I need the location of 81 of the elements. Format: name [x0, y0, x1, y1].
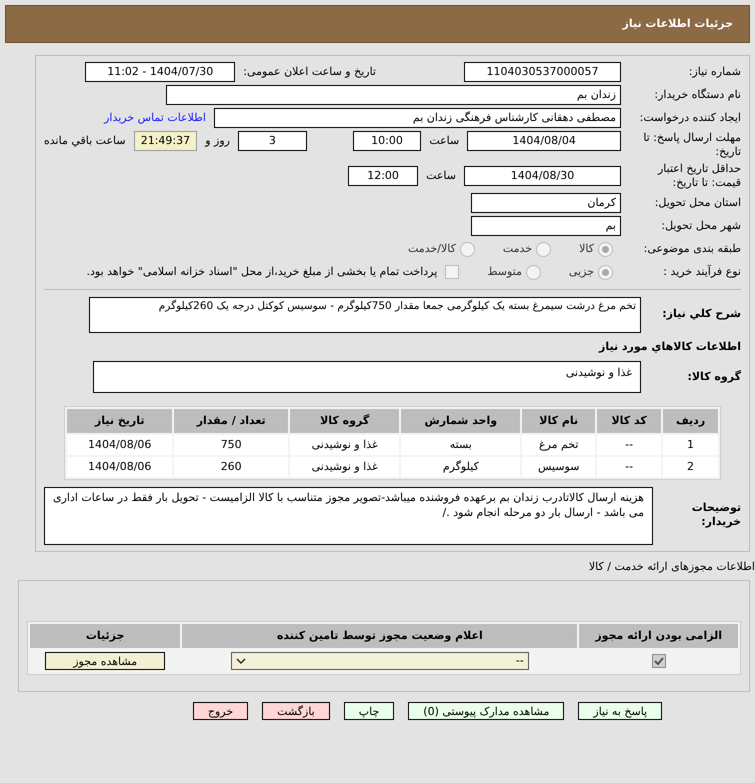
table-cell: غذا و نوشیدنی: [290, 457, 400, 477]
field-label: شهر محل تحویل:: [660, 219, 741, 233]
status-dropdown[interactable]: --: [230, 652, 529, 670]
column-header: جزئیات: [30, 624, 180, 648]
action-button[interactable]: پاسخ به نیاز: [578, 702, 662, 720]
table-cell: تخم مرغ: [522, 435, 596, 455]
field-label: توضیحات خریدار:: [690, 501, 741, 529]
field-label: گروه کالا:: [686, 370, 741, 384]
column-header: واحد شمارش: [401, 409, 520, 433]
field-label: ایجاد کننده درخواست:: [638, 111, 741, 125]
description-field[interactable]: تخم مرغ درشت سیمرغ بسته یک کیلوگرمی جمعا مقدار 750کیلوگرم - سوسیس کوکتل درجه یک 260کیلوگرم: [89, 297, 641, 333]
radio-label: متوسط: [487, 265, 522, 279]
column-header: گروه کالا: [290, 409, 400, 433]
text-field[interactable]: زندان بم: [166, 85, 621, 105]
checkbox[interactable]: [445, 265, 460, 279]
field-label: طبقه بندی موضوعی:: [642, 242, 741, 256]
action-button[interactable]: بازگشت: [262, 702, 330, 720]
field-label: نام دستگاه خریدار:: [653, 88, 741, 102]
action-button[interactable]: خروج: [192, 702, 248, 720]
field-label: شرح كلي نياز:: [661, 307, 741, 321]
column-header: اعلام وضعیت مجوز توسط تامین کننده: [182, 624, 578, 648]
field-label: تاریخ و ساعت اعلان عمومی:: [243, 65, 376, 79]
column-header: کد کالا: [597, 409, 662, 433]
table-cell: سوسیس: [522, 457, 596, 477]
text-field[interactable]: 12:00: [348, 166, 418, 186]
checkbox[interactable]: [652, 654, 666, 668]
field-label: شماره نیاز:: [688, 65, 741, 79]
text-field[interactable]: 1404/08/30: [464, 166, 621, 186]
table-cell: کیلوگرم: [401, 457, 520, 477]
field-label: روز و: [205, 134, 230, 148]
field-label: مهلت ارسال پاسخ: تا تاریخ:: [642, 131, 741, 159]
column-header: تعداد / مقدار: [174, 409, 288, 433]
table-cell: بسته: [401, 435, 520, 455]
action-button[interactable]: مشاهده مدارک پیوستی (0): [408, 702, 564, 720]
radio-label: کالا: [579, 242, 594, 256]
radio-label: خدمت: [502, 242, 532, 256]
table-cell: 260: [174, 457, 288, 477]
radio-button[interactable]: [598, 242, 613, 256]
table-cell: --: [597, 457, 662, 477]
field-label: حداقل تاریخ اعتبار قیمت: تا تاریخ:: [656, 162, 741, 190]
table-cell: 1404/08/06: [67, 435, 172, 455]
radio-button[interactable]: [536, 242, 552, 256]
action-button[interactable]: چاپ: [344, 702, 394, 720]
text-field[interactable]: 1104030537000057: [464, 62, 621, 82]
column-header: ردیف: [663, 409, 718, 433]
text-field[interactable]: 1404/07/30 - 11:02: [85, 62, 236, 82]
chevron-down-icon: [236, 658, 246, 664]
table-cell: 750: [174, 435, 288, 455]
field-label: نوع فرآیند خرید :: [662, 265, 741, 279]
text-field[interactable]: بم: [471, 216, 621, 236]
notes-field[interactable]: هزینه ارسال کالاتادرب زندان بم برعهده فروشنده میباشد-تصویر مجوز متناسب با کالا الزامیست - تحویل بار فقط در ساعات اداری می باشد - ارسال بار دو مرحله انجام شود ./: [44, 487, 653, 545]
table-cell: غذا و نوشیدنی: [290, 435, 400, 455]
text-field[interactable]: 1404/08/04: [467, 131, 621, 151]
text-field[interactable]: مصطفی دهقانی کارشناس فرهنگی زندان بم: [214, 108, 621, 128]
radio-button[interactable]: [598, 264, 613, 280]
remaining-time: 21:49:37: [134, 131, 198, 151]
field-label: ساعت: [426, 169, 456, 183]
view-permit-button[interactable]: مشاهده مجوز: [45, 652, 166, 670]
table-cell: --: [597, 435, 662, 455]
section-title: اطلاعات كالاهاي مورد نياز: [598, 340, 741, 354]
field-label: ساعت: [429, 134, 460, 148]
contact-link[interactable]: اطلاعات تماس خریدار: [104, 111, 206, 125]
field-label: استان محل تحویل:: [654, 196, 741, 210]
column-header: تاریخ نیاز: [67, 409, 172, 433]
radio-label: کالا/خدمت: [408, 242, 456, 256]
section-title: اطلاعات مجوزهای ارائه خدمت / کالا: [588, 560, 755, 573]
radio-button[interactable]: [526, 264, 541, 280]
text-field[interactable]: 3: [238, 131, 307, 151]
radio-button[interactable]: [460, 242, 475, 256]
table-cell: 1: [663, 435, 718, 455]
text-field[interactable]: 10:00: [352, 131, 422, 151]
column-header: نام کالا: [522, 409, 596, 433]
column-header: الزامی بودن ارائه مجوز: [579, 624, 738, 648]
goods-group-field[interactable]: غذا و نوشیدنی: [93, 361, 641, 393]
table-cell: 1404/08/06: [67, 457, 172, 477]
checkbox-label: پرداخت تمام یا بخشی از مبلغ خرید،از محل "اسناد خزانه اسلامی" خواهد بود.: [86, 265, 438, 279]
text-field[interactable]: کرمان: [471, 193, 621, 213]
field-label: ساعت باقي مانده: [44, 134, 126, 148]
page-title: جزئیات اطلاعات نیاز: [622, 17, 733, 31]
table-cell: 2: [663, 457, 718, 477]
radio-label: جزیی: [568, 265, 594, 279]
